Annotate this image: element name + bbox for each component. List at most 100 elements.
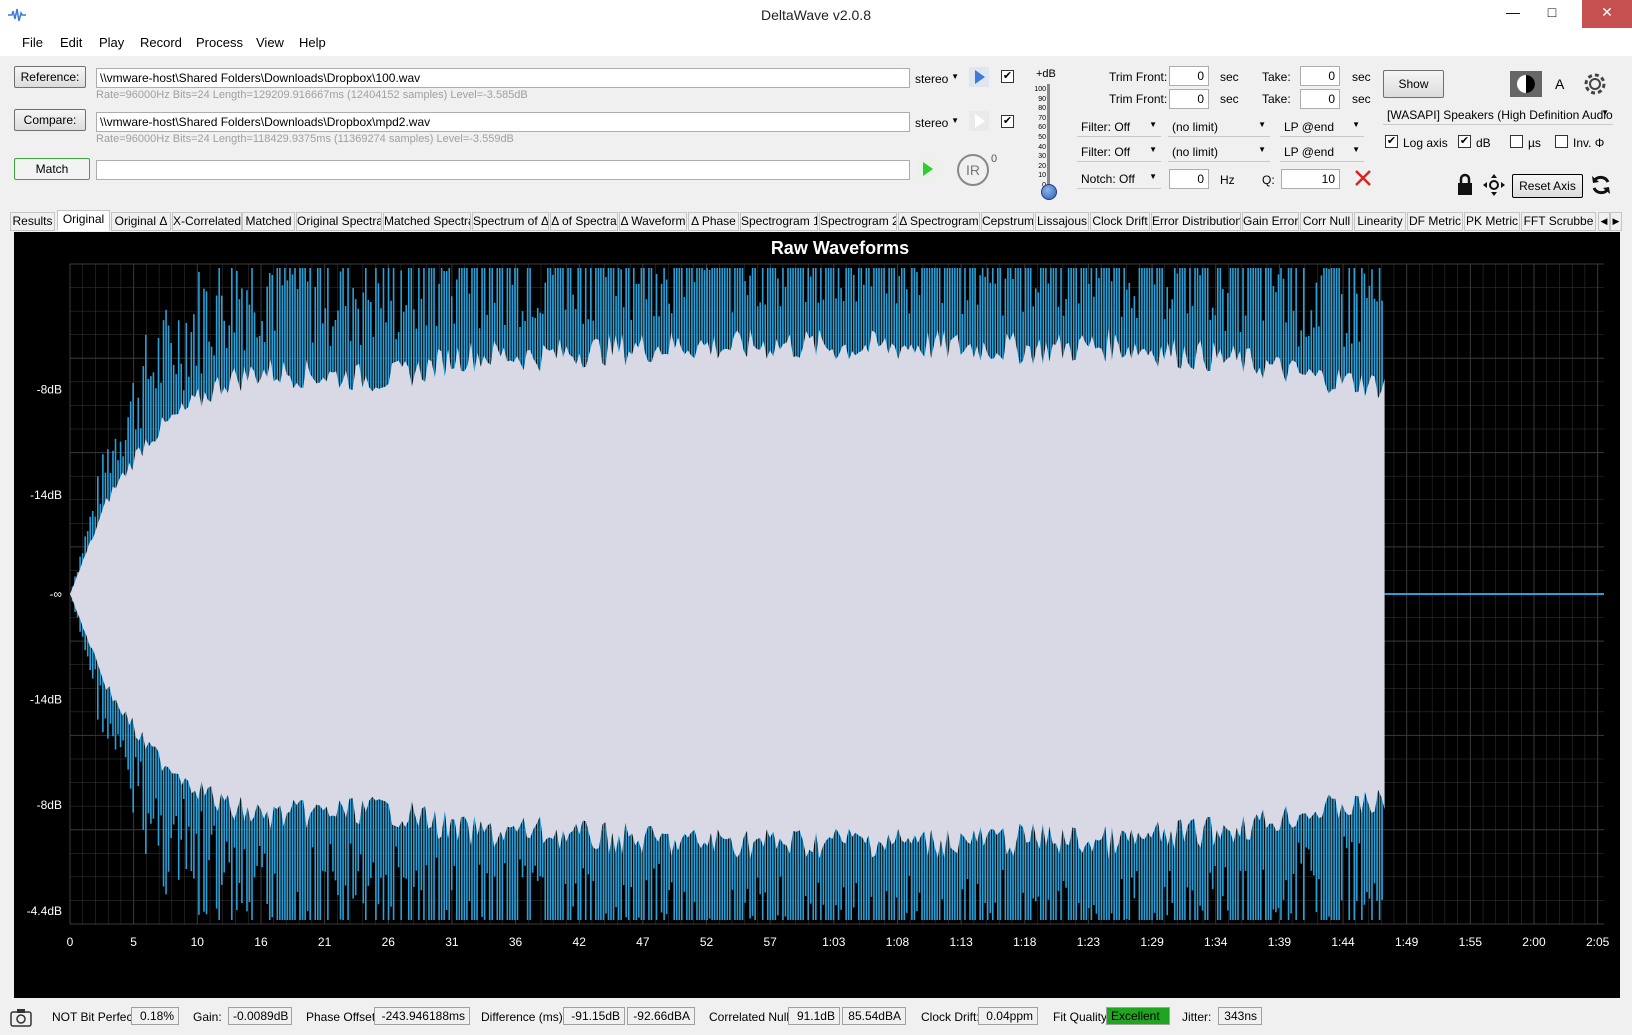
compare-path-input[interactable]: \\vmware-host\Shared Folders\Downloads\D… [96,112,910,132]
menu-process[interactable]: Process [196,35,243,50]
tab-df-metric[interactable]: DF Metric [1407,212,1463,231]
tab-matched-spectra[interactable]: Matched Spectra [383,212,471,231]
menu-edit[interactable]: Edit [60,35,82,50]
theme-toggle[interactable] [1510,71,1542,97]
tab-linearity[interactable]: Linearity [1354,212,1406,231]
invert-phase-checkbox[interactable] [1555,135,1568,148]
take-unit-1: sec [1352,70,1371,84]
compare-button[interactable]: Compare: [14,109,86,131]
reference-checkbox[interactable]: ✔ [1001,70,1014,83]
tab-original[interactable]: Original [57,210,110,231]
notch-frequency-input[interactable]: 0 [1169,169,1209,189]
menu-file[interactable]: File [22,35,43,50]
a-weighting-toggle[interactable]: A [1555,76,1564,92]
menu-record[interactable]: Record [140,35,182,50]
tab-scroll-right-icon[interactable]: ▶ [1610,212,1622,231]
reference-path-input[interactable]: \\vmware-host\Shared Folders\Downloads\D… [96,68,910,88]
x-tick-label: 1:34 [1204,935,1228,949]
menu-view[interactable]: View [256,35,284,50]
tab-delta-spectrogram[interactable]: Δ Spectrogram [898,212,980,231]
lp-value-1: LP @end [1284,120,1334,134]
waveform-plot[interactable]: -8dB -14dB -∞ -14dB -8dB -4.4dB 0 5 10 16 21 26 31 36… [14,232,1620,998]
maximize-button[interactable]: □ [1536,0,1568,28]
ir-button[interactable]: IR [957,154,989,186]
tab-spectrum-of-delta[interactable]: Spectrum of Δ [472,212,549,231]
lock-icon[interactable] [1455,173,1475,197]
difference-value-db: -91.15dB [563,1007,625,1025]
tab-cepstrum[interactable]: Cepstrum [981,212,1034,231]
tab-spectrogram-1[interactable]: Spectrogram 1 [740,212,818,231]
take-input-1[interactable]: 0 [1300,66,1340,86]
tab-lissajous[interactable]: Lissajous [1035,212,1089,231]
filter-select-1[interactable]: Filter: Off ▼ [1077,117,1161,137]
window-title: DeltaWave v2.0.8 [761,7,871,23]
tab-fft-scrubber[interactable]: FFT Scrubbe [1521,212,1596,231]
limit-select-1[interactable]: (no limit) ▼ [1168,117,1270,137]
tab-corr-null[interactable]: Corr Null [1300,212,1353,231]
level-meter-slider[interactable] [1041,184,1057,200]
tab-original-delta[interactable]: Original Δ [111,212,171,231]
trim-front-input-2[interactable]: 0 [1169,89,1209,109]
reference-button[interactable]: Reference: [14,66,86,88]
close-button[interactable]: ✕ [1582,0,1632,28]
take-input-2[interactable]: 0 [1300,89,1340,109]
q-input[interactable]: 10 [1281,169,1340,189]
clear-filters-icon[interactable] [1353,168,1373,188]
x-tick-label: 1:03 [822,935,846,949]
filter-select-2[interactable]: Filter: Off ▼ [1077,142,1161,162]
correlated-null-value-db: 91.1dB [788,1007,840,1025]
compare-channel-select[interactable]: stereo ▼ [915,113,963,133]
lp-select-1[interactable]: LP @end ▼ [1280,117,1364,137]
title-bar: DeltaWave v2.0.8 — □ ✕ [0,0,1632,30]
tab-gain-error[interactable]: Gain Error [1242,212,1299,231]
menu-help[interactable]: Help [299,35,326,50]
play-compare-icon[interactable] [968,110,990,132]
tab-original-spectra[interactable]: Original Spectra [296,212,382,231]
tab-x-correlated[interactable]: X-Correlated [172,212,242,231]
match-button[interactable]: Match [14,158,90,180]
tab-clock-drift[interactable]: Clock Drift [1090,212,1150,231]
pan-move-icon[interactable] [1482,173,1506,197]
minimize-button[interactable]: — [1490,0,1536,28]
limit-select-2[interactable]: (no limit) ▼ [1168,142,1270,162]
match-input[interactable] [96,160,910,180]
reset-axis-button[interactable]: Reset Axis [1512,174,1583,198]
reference-channel-select[interactable]: stereo ▼ [915,69,963,89]
settings-gear-icon[interactable] [1582,71,1608,97]
tab-scroll-left-icon[interactable]: ◀ [1598,212,1610,231]
output-device-select[interactable]: [WASAPI] Speakers (High Definition Audio… [1383,105,1613,125]
compare-checkbox[interactable]: ✔ [1001,115,1014,128]
db-checkbox[interactable]: ✔ [1458,135,1471,148]
tab-results[interactable]: Results [10,212,55,231]
gain-value: -0.0089dB [228,1007,292,1025]
menu-play[interactable]: Play [99,35,124,50]
clock-drift-label: Clock Drift: [921,1010,980,1024]
play-match-icon[interactable] [916,158,938,180]
fit-quality-label: Fit Quality: [1053,1010,1111,1024]
log-axis-label: Log axis [1403,136,1448,150]
lp-select-2[interactable]: LP @end ▼ [1280,142,1364,162]
play-reference-icon[interactable] [968,66,990,88]
status-bar: NOT Bit Perfect 0.18% Gain: -0.0089dB Ph… [0,1002,1632,1035]
reference-info: Rate=96000Hz Bits=24 Length=129209.91666… [96,89,528,101]
log-axis-checkbox[interactable]: ✔ [1385,135,1398,148]
show-button[interactable]: Show [1383,70,1444,98]
level-meter-track [1047,84,1050,194]
camera-icon[interactable] [10,1007,32,1027]
tab-delta-of-spectra[interactable]: Δ of Spectra [550,212,618,231]
trim-front-input-1[interactable]: 0 [1169,66,1209,86]
tab-pk-metric[interactable]: PK Metric [1464,212,1520,231]
tab-spectrogram-2[interactable]: Spectrogram 2 [819,212,897,231]
phase-offset-value: -243.946188ms [374,1007,470,1025]
us-checkbox[interactable] [1510,135,1523,148]
tab-matched[interactable]: Matched [242,212,295,231]
tab-delta-waveform[interactable]: Δ Waveform [619,212,687,231]
difference-value-dba: -92.66dBA [627,1007,695,1025]
x-tick-label: 26 [382,935,396,949]
tab-error-distribution[interactable]: Error Distribution [1151,212,1241,231]
tab-delta-phase[interactable]: Δ Phase [688,212,739,231]
notch-select[interactable]: Notch: Off ▼ [1077,169,1161,189]
us-label: µs [1528,136,1541,150]
level-meter-tick: 70 [1038,114,1046,122]
refresh-icon[interactable] [1589,173,1613,197]
